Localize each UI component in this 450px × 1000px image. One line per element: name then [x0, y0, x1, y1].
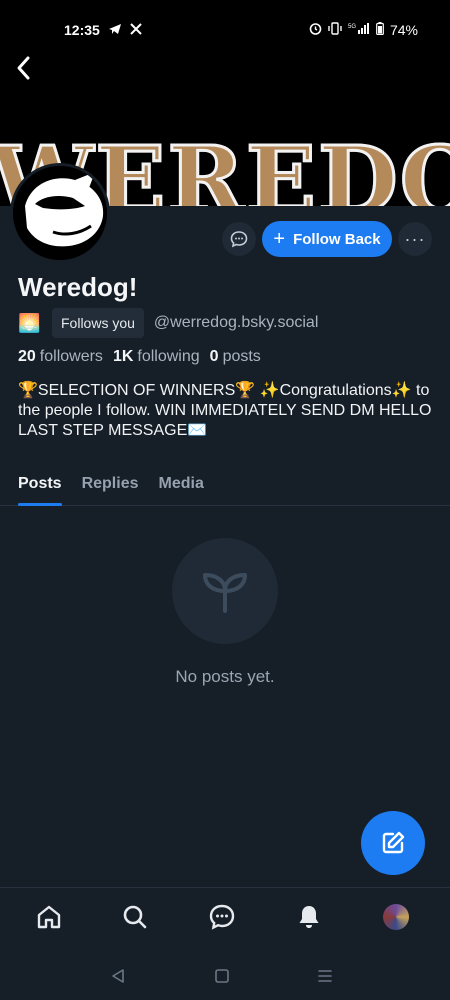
user-handle: @werredog.bsky.social [153, 314, 319, 331]
nav-profile[interactable] [381, 902, 411, 932]
profile-tabs: Posts Replies Media [0, 462, 450, 506]
follow-back-label: Follow Back [293, 230, 381, 248]
recents-icon [318, 970, 332, 982]
system-back-button[interactable] [106, 967, 130, 985]
compose-button[interactable] [361, 811, 425, 875]
x-icon [130, 22, 142, 38]
display-name: Weredog! [18, 272, 138, 302]
triangle-back-icon [112, 969, 124, 983]
system-navigation [0, 947, 450, 1000]
5g-signal-icon: 5G [348, 22, 370, 38]
avatar[interactable] [10, 163, 110, 263]
bottom-navigation [0, 887, 450, 947]
square-home-icon [215, 969, 229, 983]
ellipsis-icon: ··· [404, 228, 426, 249]
nav-notifications[interactable] [294, 902, 324, 932]
home-icon [37, 905, 61, 929]
tab-posts-label: Posts [18, 475, 62, 492]
battery-percent: 74% [389, 22, 418, 38]
back-button[interactable] [8, 52, 40, 84]
vibrate-icon [328, 22, 342, 38]
sunrise-emoji: 🌅 [18, 312, 41, 333]
tab-replies-label: Replies [81, 475, 139, 492]
posts-count: 0 [209, 348, 219, 365]
profile-avatar [383, 904, 409, 930]
status-time: 12:35 [64, 22, 100, 38]
notifications-icon [299, 906, 319, 928]
chat-bubble-icon [230, 231, 248, 248]
following-stat[interactable]: 1K following [113, 348, 200, 366]
nav-messages[interactable] [207, 902, 237, 932]
alarm-icon [309, 22, 322, 38]
message-button[interactable] [222, 222, 256, 256]
tab-media-label: Media [158, 475, 204, 492]
handle-row: 🌅 Follows you @werredog.bsky.social [18, 308, 318, 338]
svg-text:5G: 5G [348, 24, 356, 30]
messages-icon [209, 904, 235, 930]
followers-count: 20 [18, 348, 36, 365]
empty-state-icon-circle [172, 538, 278, 644]
more-options-button[interactable]: ··· [398, 222, 432, 256]
nav-search[interactable] [120, 902, 150, 932]
following-count: 1K [112, 348, 134, 365]
profile-bio: 🏆SELECTION OF WINNERS🏆 ✨Congratulations✨… [18, 382, 432, 439]
back-arrow-icon [17, 56, 30, 80]
followers-stat[interactable]: 20 followers [18, 348, 103, 366]
search-icon [123, 905, 147, 929]
tab-posts[interactable]: Posts [8, 462, 72, 506]
empty-state-text: No posts yet. [175, 667, 275, 686]
profile-stats: 20 followers 1K following 0 posts [18, 348, 261, 366]
system-recents-button[interactable] [313, 967, 337, 985]
nav-home[interactable] [34, 902, 64, 932]
plus-icon: + [273, 228, 286, 250]
following-label: following [137, 348, 200, 365]
compose-icon [382, 831, 405, 854]
tab-replies[interactable]: Replies [72, 462, 149, 506]
battery-icon [376, 22, 384, 38]
system-home-button[interactable] [210, 967, 234, 985]
tab-media[interactable]: Media [149, 462, 214, 506]
sprout-icon [203, 573, 247, 613]
follow-back-button[interactable]: + Follow Back [262, 221, 392, 257]
wolf-mask-avatar-icon [13, 166, 107, 260]
posts-stat: 0 posts [210, 348, 261, 366]
followers-label: followers [39, 348, 103, 365]
posts-label: posts [222, 348, 261, 365]
telegram-icon [108, 23, 122, 38]
status-bar: 12:35 5G 74% [0, 0, 450, 48]
follows-you-badge: Follows you [52, 308, 144, 338]
